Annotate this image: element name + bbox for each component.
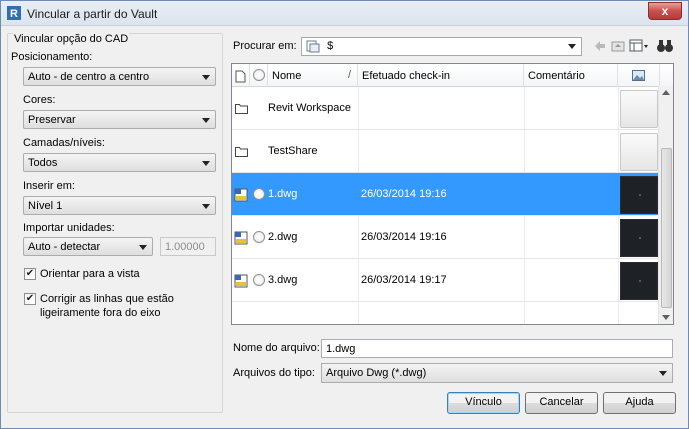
folder-thumbnail [620, 90, 658, 128]
header-comment-column[interactable]: Comentário [524, 64, 618, 87]
status-circle-icon [253, 274, 265, 286]
orient-label: Orientar para a vista [40, 268, 140, 280]
close-icon: x [661, 4, 669, 18]
up-folder-icon[interactable] [610, 38, 626, 54]
item-name: 1.dwg [268, 188, 298, 200]
positioning-select[interactable]: Auto - de centro a centro [23, 67, 216, 86]
colors-select[interactable]: Preservar [23, 110, 216, 129]
folder-thumbnail [620, 133, 658, 171]
dialog-window: R Vincular a partir do Vault x Vincular … [0, 0, 689, 429]
scrollbar-thumb[interactable] [661, 148, 672, 308]
dwg-file-icon [234, 274, 248, 288]
search-label: Procurar em: [233, 40, 297, 52]
layers-select[interactable]: Todos [23, 153, 216, 172]
list-item[interactable]: 3.dwg 26/03/2014 19:17 [232, 259, 658, 302]
image-icon [632, 70, 645, 81]
svg-text:R: R [10, 8, 18, 20]
correct-lines-label-2: ligeiramente fora do eixo [40, 307, 161, 319]
folder-icon [235, 147, 248, 157]
cad-options-title: Vincular opção do CAD [13, 33, 130, 45]
dwg-file-icon [234, 188, 248, 202]
correct-lines-checkbox[interactable]: ✔ [24, 293, 36, 305]
link-button[interactable]: Vínculo [447, 392, 520, 414]
vertical-scrollbar[interactable] [658, 86, 673, 324]
header-checkin-column[interactable]: Efetuado check-in [358, 64, 524, 87]
file-list: Nome / Efetuado check-in Comentário Revi… [231, 63, 674, 325]
view-menu-icon[interactable] [629, 38, 649, 54]
chevron-down-icon [568, 44, 576, 49]
item-checkin-date: 26/03/2014 19:16 [361, 231, 447, 243]
file-name-label: Nome do arquivo: [233, 342, 320, 354]
chevron-down-icon [202, 75, 210, 80]
scroll-up-icon[interactable] [662, 90, 670, 95]
chevron-down-icon [139, 245, 147, 250]
item-name: 2.dwg [268, 231, 298, 243]
header-status-column[interactable] [250, 64, 268, 87]
header-type-column[interactable] [232, 64, 250, 87]
item-name: TestShare [268, 145, 318, 157]
units-factor-field: 1.00000 [160, 237, 216, 256]
dwg-thumbnail [620, 176, 658, 214]
file-type-select[interactable]: Arquivo Dwg (*.dwg) [321, 363, 673, 383]
list-header: Nome / Efetuado check-in Comentário [232, 64, 673, 87]
chevron-down-icon [659, 371, 667, 376]
colors-label: Cores: [23, 94, 56, 106]
list-item-selected[interactable]: 1.dwg 26/03/2014 19:16 [232, 173, 658, 216]
insert-level-select[interactable]: Nível 1 [23, 196, 216, 215]
binoculars-icon[interactable] [656, 38, 674, 54]
positioning-label: Posicionamento: [11, 51, 93, 63]
look-in-select[interactable]: $ [301, 37, 582, 56]
orient-checkbox[interactable]: ✔ [24, 268, 36, 280]
item-checkin-date: 26/03/2014 19:16 [361, 188, 447, 200]
cancel-button[interactable]: Cancelar [525, 392, 598, 414]
list-item[interactable]: Revit Workspace [232, 87, 658, 130]
chevron-down-icon [202, 161, 210, 166]
file-name-input[interactable]: 1.dwg [321, 339, 673, 358]
file-type-label: Arquivos do tipo: [233, 367, 315, 379]
scroll-down-icon[interactable] [662, 315, 670, 320]
dwg-thumbnail [620, 262, 658, 300]
sort-indicator-icon: / [348, 69, 352, 81]
item-name: 3.dwg [268, 274, 298, 286]
chevron-down-icon [202, 118, 210, 123]
status-circle-icon [253, 231, 265, 243]
header-name-column[interactable]: Nome / [268, 64, 358, 87]
list-item[interactable]: 2.dwg 26/03/2014 19:16 [232, 216, 658, 259]
revit-app-icon: R [7, 6, 21, 20]
checkmark-icon: ✔ [25, 268, 35, 279]
vault-folder-icon [306, 40, 320, 53]
item-checkin-date: 26/03/2014 19:17 [361, 274, 447, 286]
look-in-value: $ [327, 40, 334, 53]
units-label: Importar unidades: [23, 222, 115, 234]
header-thumbnail-column[interactable] [618, 64, 660, 87]
close-button[interactable]: x [648, 2, 682, 20]
units-select[interactable]: Auto - detectar [23, 237, 153, 256]
list-item[interactable]: TestShare [232, 130, 658, 173]
help-button[interactable]: Ajuda [603, 392, 676, 414]
file-icon [235, 70, 246, 83]
insert-label: Inserir em: [23, 180, 75, 192]
back-arrow-icon[interactable] [592, 38, 608, 54]
status-circle-icon [253, 188, 265, 200]
dwg-file-icon [234, 231, 248, 245]
checkmark-icon: ✔ [25, 293, 35, 304]
title-bar: R Vincular a partir do Vault x [1, 1, 688, 26]
item-name: Revit Workspace [268, 102, 351, 114]
dwg-thumbnail [620, 219, 658, 257]
window-title: Vincular a partir do Vault [27, 7, 158, 21]
status-circle-icon [253, 69, 265, 81]
layers-label: Camadas/níveis: [23, 137, 105, 149]
folder-icon [235, 104, 248, 114]
correct-lines-label-1: Corrigir as linhas que estão [40, 293, 174, 305]
chevron-down-icon [202, 204, 210, 209]
